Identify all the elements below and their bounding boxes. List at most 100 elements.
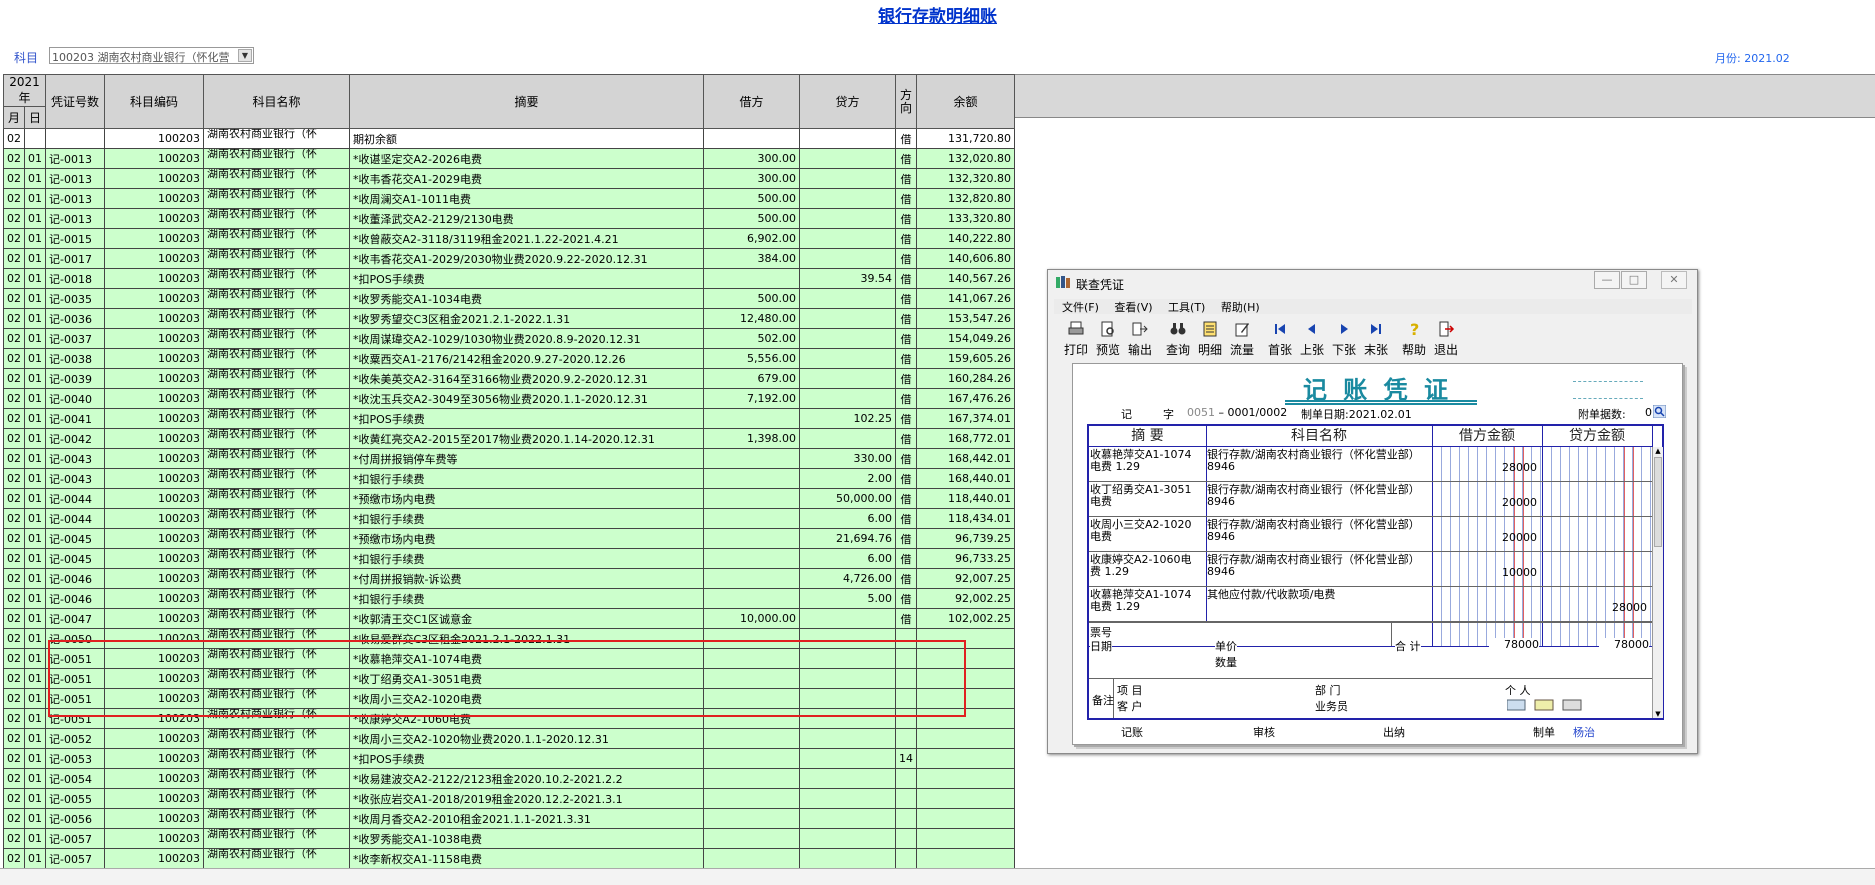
dialog-menubar: 文件(F) 查看(V) 工具(T) 帮助(H) [1054,299,1692,314]
table-row[interactable]: 02 01 记-0047 100203 湖南农村商业银行（怀 *收郭清王交C1区诚意金 10… [3,608,1015,629]
maximize-button[interactable]: □ [1621,271,1647,289]
help-button[interactable]: ? 帮助 [1398,319,1430,359]
table-row[interactable]: 02 01 记-0042 100203 湖南农村商业银行（怀 *收黄红亮交A2-2015至… [3,428,1015,449]
search-icon[interactable] [1653,405,1666,418]
col-credit: 贷方金额 [1542,426,1652,447]
voucher-entry[interactable]: 收康婷交A2-1060电费 1.29 银行存款/湖南农村商业银行（怀化营业部）89… [1089,552,1652,587]
menu-help[interactable]: 帮助(H) [1221,299,1260,315]
query-button[interactable]: 查询 [1162,319,1194,359]
preview-button[interactable]: 预览 [1092,319,1124,359]
table-row[interactable]: 02 01 记-0013 100203 湖南农村商业银行（怀 *收韦香花交A1-2029电… [3,168,1015,189]
menu-view[interactable]: 查看(V) [1114,299,1152,315]
table-row[interactable]: 02 01 记-0017 100203 湖南农村商业银行（怀 *收韦香花交A1-2029/… [3,248,1015,269]
table-row[interactable]: 02 01 记-0057 100203 湖南农村商业银行（怀 *收罗秀能交A1-1038电… [3,828,1015,849]
voucher-entry[interactable]: 收丁绍勇交A1-3051电费 银行存款/湖南农村商业银行（怀化营业部）8946 20… [1089,482,1652,517]
table-row[interactable]: 02 01 记-0057 100203 湖南农村商业银行（怀 *收李新权交A1-1158电… [3,848,1015,869]
exit-button[interactable]: 退出 [1430,319,1462,359]
cell-voucher: 记-0051 [45,708,105,729]
export-button[interactable]: 输出 [1124,319,1156,359]
cell-credit [799,688,896,709]
detail-button[interactable]: 明细 [1194,319,1226,359]
table-row[interactable]: 02 01 记-0045 100203 湖南农村商业银行（怀 *预缴市场内电费 21,694… [3,528,1015,549]
table-row[interactable]: 02 01 记-0053 100203 湖南农村商业银行（怀 *扣POS手续费 14 [3,748,1015,769]
menu-file[interactable]: 文件(F) [1062,299,1099,315]
table-row[interactable]: 02 01 记-0037 100203 湖南农村商业银行（怀 *收周谋瑋交A2-1029/… [3,328,1015,349]
table-row[interactable]: 02 01 记-0013 100203 湖南农村商业银行（怀 *收谌坚定交A2-2026电… [3,148,1015,169]
table-row[interactable]: 02 01 记-0038 100203 湖南农村商业银行（怀 *收粟西交A1-2176/2… [3,348,1015,369]
attach-value[interactable]: 0 [1645,406,1652,419]
first-button[interactable]: 首张 [1264,319,1296,359]
cell-summary: *收罗秀能交A1-1038电费 [349,828,704,849]
table-row[interactable]: 02 01 记-0018 100203 湖南农村商业银行（怀 *扣POS手续费 39.54 借… [3,268,1015,289]
table-row[interactable]: 02 01 记-0056 100203 湖南农村商业银行（怀 *收周月香交A2-2010租… [3,808,1015,829]
table-row[interactable]: 02 01 记-0054 100203 湖南农村商业银行（怀 *收易建波交A2-2122/… [3,768,1015,789]
cell-debit [703,268,800,289]
voucher-entry[interactable]: 收周小三交A2-1020电费 银行存款/湖南农村商业银行（怀化营业部）8946 20… [1089,517,1652,552]
next-button[interactable]: 下张 [1328,319,1360,359]
cell-debit [703,688,800,709]
voucher-tool-icons[interactable] [1507,699,1587,711]
subject-select[interactable]: 100203 湖南农村商业银行（怀化营 ▼ [49,47,254,64]
table-row[interactable]: 02 01 记-0051 100203 湖南农村商业银行（怀 *收康婷交A2-1060电费 [3,708,1015,729]
table-row[interactable]: 02 01 记-0051 100203 湖南农村商业银行（怀 *收周小三交A2-1020电… [3,688,1015,709]
table-row[interactable]: 02 01 记-0046 100203 湖南农村商业银行（怀 *付周拼报销款-诉讼费 4,7… [3,568,1015,589]
dash-line-2 [1573,398,1643,399]
table-row[interactable]: 02 01 记-0039 100203 湖南农村商业银行（怀 *收朱美英交A2-3164至… [3,368,1015,389]
table-row[interactable]: 02 100203 湖南农村商业银行（怀 期初余额 借 131,720.80 [3,128,1015,149]
cell-credit [799,628,896,649]
table-row[interactable]: 02 01 记-0045 100203 湖南农村商业银行（怀 *扣银行手续费 6.00 借 96… [3,548,1015,569]
cell-credit [799,328,896,349]
prev-button[interactable]: 上张 [1296,319,1328,359]
table-row[interactable]: 02 01 记-0051 100203 湖南农村商业银行（怀 *收慕艳萍交A1-1074电… [3,648,1015,669]
footer-post: 记账 [1121,726,1143,739]
cell-summary: *收丁绍勇交A1-3051电费 [349,668,704,689]
close-button[interactable]: ✕ [1661,271,1687,289]
table-row[interactable]: 02 01 记-0055 100203 湖南农村商业银行（怀 *收张应岩交A1-2018/… [3,788,1015,809]
voucher-entry[interactable]: 收慕艳萍交A1-1074电费 1.29 其他应付款/代收款项/电费 28000 [1089,587,1652,622]
cell-month: 02 [3,528,25,549]
table-row[interactable]: 02 01 记-0043 100203 湖南农村商业银行（怀 *付周拼报销停车费等 330.… [3,448,1015,469]
chevron-down-icon[interactable]: ▼ [238,49,252,62]
table-row[interactable]: 02 01 记-0035 100203 湖南农村商业银行（怀 *收罗秀能交A1-1034电… [3,288,1015,309]
cell-name: 湖南农村商业银行（怀 [203,188,350,209]
cell-day: 01 [24,208,46,229]
print-button[interactable]: 打印 [1060,319,1092,359]
cell-debit: 6,902.00 [703,228,800,249]
cell-credit [799,148,896,169]
cell-direction: 借 [895,448,917,469]
salesman-label: 业务员 [1315,700,1348,713]
cell-day: 01 [24,308,46,329]
voucher-number[interactable]: 0051 – 0001/0002 [1187,406,1287,419]
table-row[interactable]: 02 01 记-0041 100203 湖南农村商业银行（怀 *扣POS手续费 102.25… [3,408,1015,429]
cell-month: 02 [3,568,25,589]
cell-debit: 10,000.00 [703,608,800,629]
table-row[interactable]: 02 01 记-0050 100203 湖南农村商业银行（怀 *收易爱群交C3区租金202… [3,628,1015,649]
voucher-entry[interactable]: 收慕艳萍交A1-1074电费 1.29 银行存款/湖南农村商业银行（怀化营业部）8… [1089,447,1652,482]
project-label: 项 目 [1117,684,1143,697]
table-row[interactable]: 02 01 记-0044 100203 湖南农村商业银行（怀 *扣银行手续费 6.00 借 11… [3,508,1015,529]
cell-debit [703,488,800,509]
table-row[interactable]: 02 01 记-0052 100203 湖南农村商业银行（怀 *收周小三交A2-1020物… [3,728,1015,749]
cell-day: 01 [24,648,46,669]
dialog-titlebar[interactable]: 联查凭证 — □ ✕ [1048,270,1697,295]
table-row[interactable]: 02 01 记-0043 100203 湖南农村商业银行（怀 *扣银行手续费 2.00 借 16… [3,468,1015,489]
table-row[interactable]: 02 01 记-0013 100203 湖南农村商业银行（怀 *收周澜交A1-1011电费… [3,188,1015,209]
table-row[interactable]: 02 01 记-0046 100203 湖南农村商业银行（怀 *扣银行手续费 5.00 借 92… [3,588,1015,609]
menu-tools[interactable]: 工具(T) [1168,299,1205,315]
table-row[interactable]: 02 01 记-0044 100203 湖南农村商业银行（怀 *预缴市场内电费 50,000… [3,488,1015,509]
table-row[interactable]: 02 01 记-0013 100203 湖南农村商业银行（怀 *收董泽武交A2-2129/… [3,208,1015,229]
cell-debit [703,808,800,829]
last-button[interactable]: 末张 [1360,319,1392,359]
cell-code: 100203 [104,188,204,209]
cell-code: 100203 [104,748,204,769]
table-row[interactable]: 02 01 记-0015 100203 湖南农村商业银行（怀 *收曾蔽交A2-3118/3… [3,228,1015,249]
table-row[interactable]: 02 01 记-0051 100203 湖南农村商业银行（怀 *收丁绍勇交A1-3051电… [3,668,1015,689]
flow-button[interactable]: 流量 [1226,319,1258,359]
table-row[interactable]: 02 01 记-0040 100203 湖南农村商业银行（怀 *收沈玉兵交A2-3049至… [3,388,1015,409]
horizontal-scrollbar[interactable] [0,868,1875,885]
entry-debit: 10000 [1502,566,1537,579]
voucher-scrollbar[interactable]: ▲ ▼ [1652,447,1663,718]
table-row[interactable]: 02 01 记-0036 100203 湖南农村商业银行（怀 *收罗秀望交C3区租金202… [3,308,1015,329]
minimize-button[interactable]: — [1594,271,1620,289]
cell-balance: 159,605.26 [916,348,1015,369]
